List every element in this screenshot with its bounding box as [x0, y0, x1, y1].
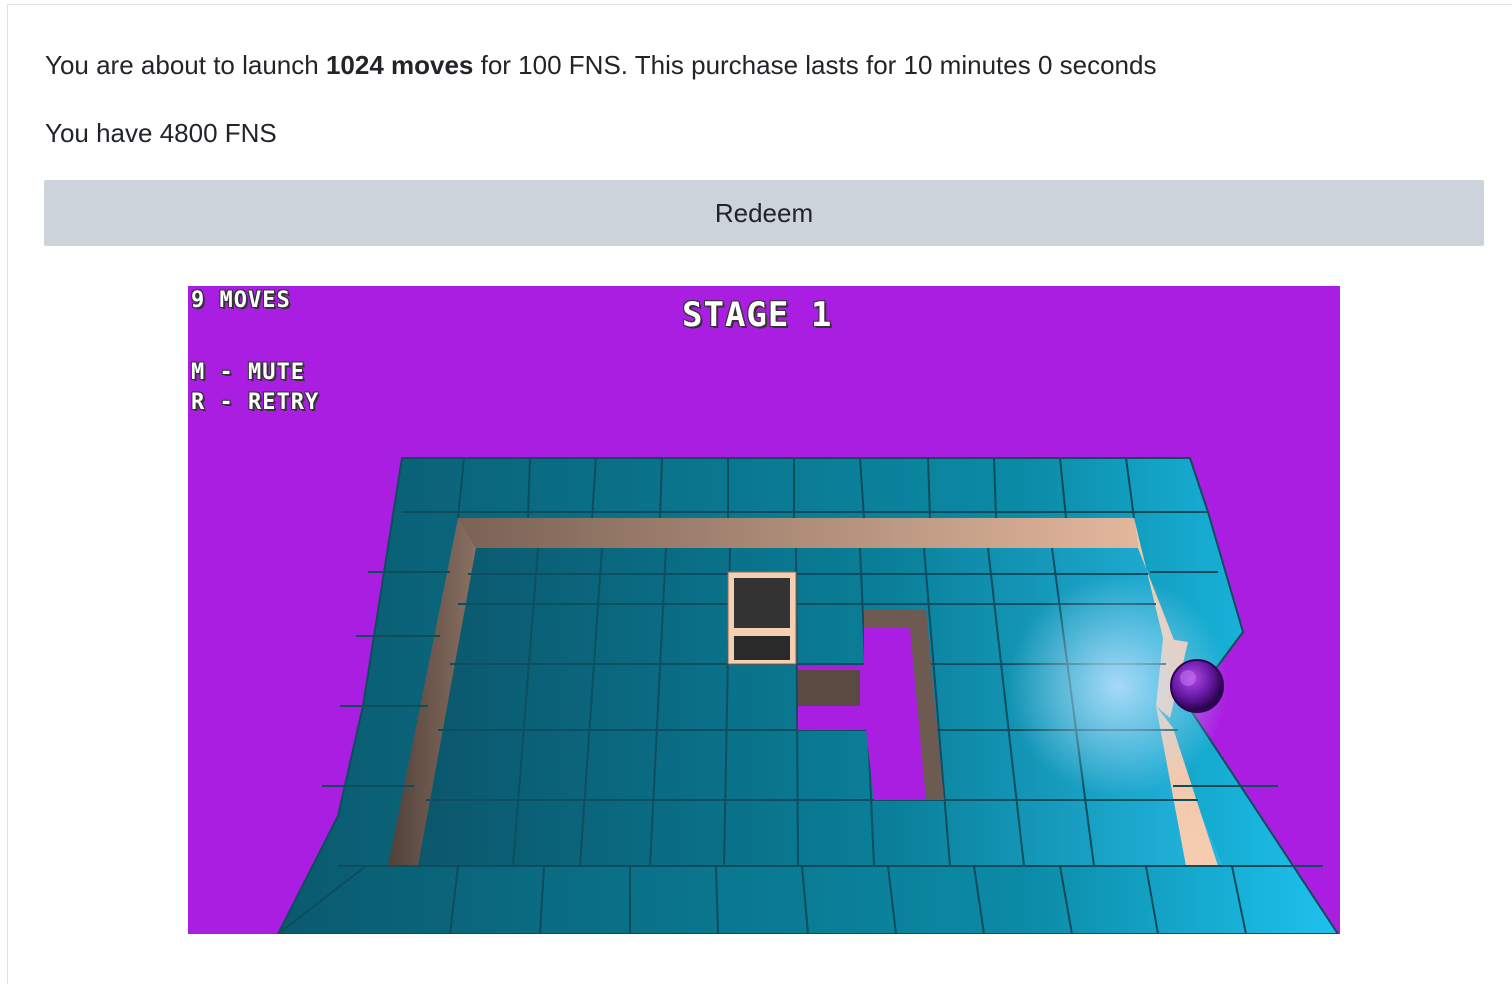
game-scene — [276, 457, 1340, 934]
purchase-description: You are about to launch 1024 moves for 1… — [45, 48, 1156, 82]
purchase-moves: 1024 moves — [325, 50, 474, 80]
crate — [727, 571, 797, 665]
hole-wall-step — [798, 670, 860, 706]
retry-hint: R - RETRY — [191, 390, 320, 415]
stage-title: STAGE 1 — [682, 295, 833, 335]
purchase-suffix: for 100 FNS. This purchase lasts for 10 … — [473, 50, 1157, 80]
moves-counter: 9 MOVES — [191, 288, 291, 313]
mute-hint: M - MUTE — [191, 360, 305, 385]
balance-text: You have 4800 FNS — [45, 118, 277, 148]
player-orb — [1170, 659, 1224, 713]
redeem-button[interactable]: Redeem — [44, 180, 1484, 246]
pit-wall-back — [458, 518, 1138, 548]
game-canvas[interactable]: 9 MOVES STAGE 1 M - MUTE R - RETRY — [188, 286, 1340, 934]
purchase-prefix: You are about to launch — [45, 50, 326, 80]
